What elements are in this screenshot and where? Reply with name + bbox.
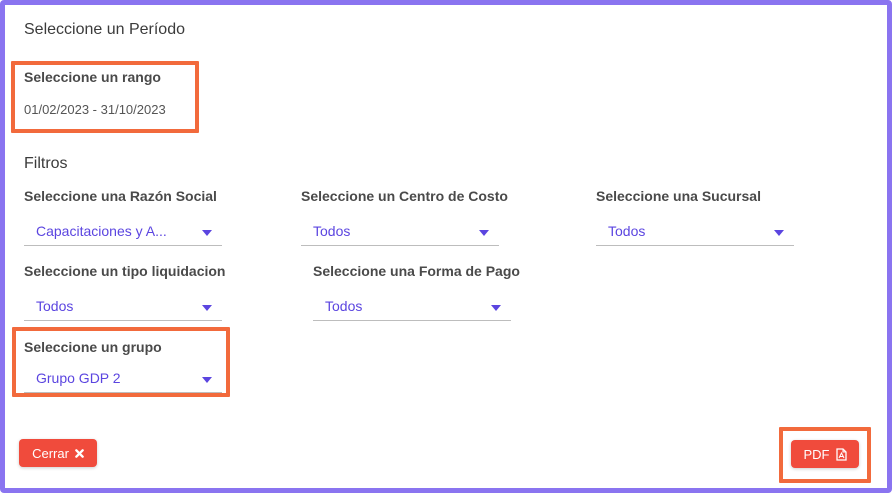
sucursal-label: Seleccione una Sucursal	[596, 188, 761, 204]
range-input[interactable]: 01/02/2023 - 31/10/2023	[24, 102, 166, 117]
chevron-down-icon	[491, 305, 501, 311]
chevron-down-icon	[202, 305, 212, 311]
chevron-down-icon	[202, 230, 212, 236]
chevron-down-icon	[774, 230, 784, 236]
forma-pago-label: Seleccione una Forma de Pago	[313, 263, 520, 279]
razon-social-label: Seleccione una Razón Social	[24, 188, 217, 204]
grupo-value: Grupo GDP 2	[36, 370, 121, 386]
filters-title: Filtros	[24, 155, 68, 172]
grupo-select[interactable]: Grupo GDP 2	[24, 367, 222, 393]
sucursal-value: Todos	[608, 223, 646, 239]
forma-pago-select[interactable]: Todos	[313, 295, 511, 321]
period-title: Seleccione un Período	[24, 21, 185, 38]
close-icon	[75, 448, 84, 458]
range-label: Seleccione un rango	[24, 69, 161, 85]
pdf-file-icon	[835, 447, 847, 461]
centro-costo-label: Seleccione un Centro de Costo	[301, 188, 508, 204]
razon-social-value: Capacitaciones y A...	[36, 223, 167, 239]
tipo-liquidacion-label: Seleccione un tipo liquidacion	[24, 263, 226, 279]
dialog-frame: Seleccione un Período Seleccione un rang…	[0, 0, 892, 493]
chevron-down-icon	[479, 230, 489, 236]
close-button-label: Cerrar	[32, 445, 69, 461]
chevron-down-icon	[202, 377, 212, 383]
forma-pago-value: Todos	[325, 298, 363, 314]
sucursal-select[interactable]: Todos	[596, 220, 794, 246]
centro-costo-select[interactable]: Todos	[301, 220, 499, 246]
pdf-button[interactable]: PDF	[791, 440, 859, 468]
razon-social-select[interactable]: Capacitaciones y A...	[24, 220, 222, 246]
tipo-liquidacion-select[interactable]: Todos	[24, 295, 222, 321]
centro-costo-value: Todos	[313, 223, 351, 239]
close-button[interactable]: Cerrar	[19, 439, 97, 467]
pdf-button-label: PDF	[803, 446, 830, 462]
grupo-label: Seleccione un grupo	[24, 339, 162, 355]
tipo-liquidacion-value: Todos	[36, 298, 74, 314]
